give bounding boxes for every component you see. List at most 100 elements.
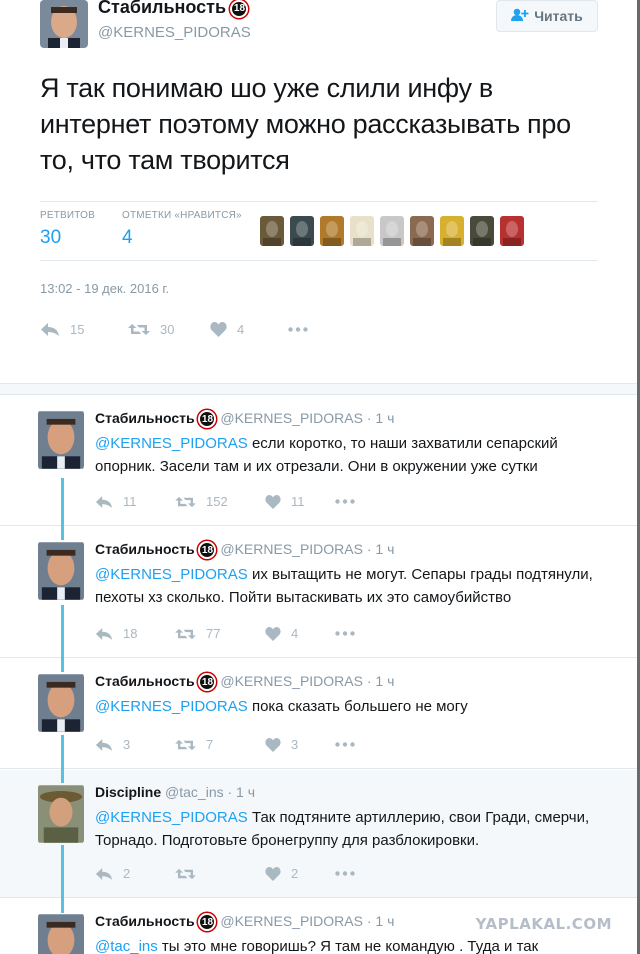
retweet-icon	[175, 867, 196, 881]
liker-avatar[interactable]	[410, 216, 434, 246]
heart-icon	[265, 866, 281, 881]
reply-time[interactable]: · 1 ч	[367, 410, 395, 426]
retweet-button[interactable]: 30	[128, 322, 210, 337]
retweets-label: РЕТВИТОВ	[40, 210, 96, 221]
mention-link[interactable]: @KERNES_PIDORAS	[95, 566, 248, 583]
more-icon	[335, 871, 355, 876]
reply-time[interactable]: · 1 ч	[228, 784, 256, 800]
age-badge: 18	[198, 410, 217, 429]
reply-text: @KERNES_PIDORAS их вытащить не могут. Се…	[95, 563, 615, 609]
retweet-button[interactable]: 7	[175, 737, 265, 752]
author-avatar[interactable]	[38, 410, 84, 470]
reply-text: @KERNES_PIDORAS Так подтяните артиллерию…	[95, 806, 615, 852]
reply-time[interactable]: · 1 ч	[367, 673, 395, 689]
reply-author-name[interactable]: Стабильность	[95, 410, 195, 426]
author-avatar[interactable]	[38, 673, 84, 733]
reply-author-name[interactable]: Стабильность	[95, 913, 195, 929]
reply-tweet[interactable]: Стабильность 18 @KERNES_PIDORAS · 1 ч @KE…	[0, 527, 640, 658]
likes-stat[interactable]: ОТМЕТКИ «НРАВИТСЯ» 4	[122, 210, 242, 249]
age-badge: 18	[198, 541, 217, 560]
reply-text: @tac_ins ты это мне говоришь? Я там не к…	[95, 935, 615, 954]
like-button[interactable]: 11	[265, 494, 335, 509]
follow-button[interactable]: Читать	[496, 0, 598, 32]
author-avatar[interactable]	[40, 0, 88, 48]
reply-tweet[interactable]: Discipline @tac_ins · 1 ч @KERNES_PIDORAS…	[0, 770, 640, 898]
like-button[interactable]: 3	[265, 737, 335, 752]
retweet-icon	[128, 322, 150, 337]
reply-icon	[95, 867, 113, 881]
mention-link[interactable]: @KERNES_PIDORAS	[95, 809, 248, 826]
reply-time[interactable]: · 1 ч	[367, 541, 395, 557]
like-button[interactable]: 4	[265, 626, 335, 641]
reply-button[interactable]: 2	[95, 866, 175, 881]
like-button[interactable]: 2	[265, 866, 335, 881]
like-button[interactable]: 4	[210, 322, 288, 337]
reply-body: ты это мне говоришь? Я там не командую .…	[161, 938, 539, 954]
reply-author-name[interactable]: Стабильность	[95, 673, 195, 689]
retweet-button[interactable]: 77	[175, 626, 265, 641]
reply-author-handle[interactable]: @KERNES_PIDORAS	[220, 913, 363, 929]
author-handle[interactable]: @KERNES_PIDORAS	[98, 24, 251, 41]
reply-tweet[interactable]: Стабильность 18 @KERNES_PIDORAS · 1 ч @KE…	[0, 396, 640, 526]
retweet-button[interactable]	[175, 867, 265, 881]
reply-author-handle[interactable]: @tac_ins	[165, 784, 224, 800]
thread-connector	[61, 605, 64, 672]
liker-avatar[interactable]	[320, 216, 344, 246]
reply-author-handle[interactable]: @KERNES_PIDORAS	[220, 410, 363, 426]
reply-text: @KERNES_PIDORAS если коротко, то наши за…	[95, 432, 615, 478]
liker-avatar[interactable]	[260, 216, 284, 246]
retweet-icon	[175, 738, 196, 752]
like-count: 2	[291, 866, 299, 881]
reply-author-handle[interactable]: @KERNES_PIDORAS	[220, 673, 363, 689]
more-button[interactable]	[335, 499, 355, 504]
retweets-stat[interactable]: РЕТВИТОВ 30	[40, 210, 95, 249]
liker-avatar[interactable]	[440, 216, 464, 246]
retweet-count: 7	[206, 737, 214, 752]
heart-icon	[265, 626, 281, 641]
reply-button[interactable]: 3	[95, 737, 175, 752]
tweet-actions: 11 152 11	[95, 494, 355, 509]
discipline-avatar[interactable]	[38, 784, 84, 844]
liker-avatar[interactable]	[380, 216, 404, 246]
author-avatar[interactable]	[38, 541, 84, 601]
retweet-icon	[175, 495, 196, 509]
reply-count: 3	[123, 737, 131, 752]
reply-time[interactable]: · 1 ч	[367, 913, 395, 929]
mention-link[interactable]: @tac_ins	[95, 938, 158, 954]
more-button[interactable]	[335, 871, 355, 876]
mention-link[interactable]: @KERNES_PIDORAS	[95, 435, 248, 452]
author-avatar[interactable]	[38, 913, 84, 954]
heart-icon	[265, 737, 281, 752]
reply-tweet[interactable]: Стабильность 18 @KERNES_PIDORAS · 1 ч @KE…	[0, 659, 640, 769]
mention-link[interactable]: @KERNES_PIDORAS	[95, 698, 248, 715]
reply-button[interactable]: 18	[95, 626, 175, 641]
tweet-timestamp[interactable]: 13:02 - 19 дек. 2016 г.	[40, 281, 169, 296]
add-user-icon	[511, 8, 529, 25]
reply-button[interactable]: 11	[95, 494, 175, 509]
liker-avatar[interactable]	[350, 216, 374, 246]
retweet-icon	[175, 627, 196, 641]
reply-count: 11	[123, 494, 137, 509]
more-icon	[335, 742, 355, 747]
like-count: 4	[237, 322, 245, 337]
reply-author-name[interactable]: Стабильность	[95, 541, 195, 557]
liker-avatar[interactable]	[500, 216, 524, 246]
more-button[interactable]	[288, 327, 308, 332]
reply-icon	[95, 627, 113, 641]
like-count: 11	[291, 494, 305, 509]
more-button[interactable]	[335, 742, 355, 747]
tweet-stats: РЕТВИТОВ 30 ОТМЕТКИ «НРАВИТСЯ» 4	[40, 201, 598, 261]
reply-author-handle[interactable]: @KERNES_PIDORAS	[220, 541, 363, 557]
thread-connector	[61, 845, 64, 913]
author-name[interactable]: Стабильность	[98, 0, 226, 17]
liker-avatar[interactable]	[470, 216, 494, 246]
reply-button[interactable]: 15	[40, 322, 128, 337]
reply-icon	[40, 322, 60, 337]
liker-avatar[interactable]	[290, 216, 314, 246]
tweet-actions: 22	[95, 866, 355, 881]
reply-author-name[interactable]: Discipline	[95, 784, 161, 800]
follow-label: Читать	[534, 8, 583, 24]
reply-count: 2	[123, 866, 131, 881]
more-button[interactable]	[335, 631, 355, 636]
retweet-button[interactable]: 152	[175, 494, 265, 509]
